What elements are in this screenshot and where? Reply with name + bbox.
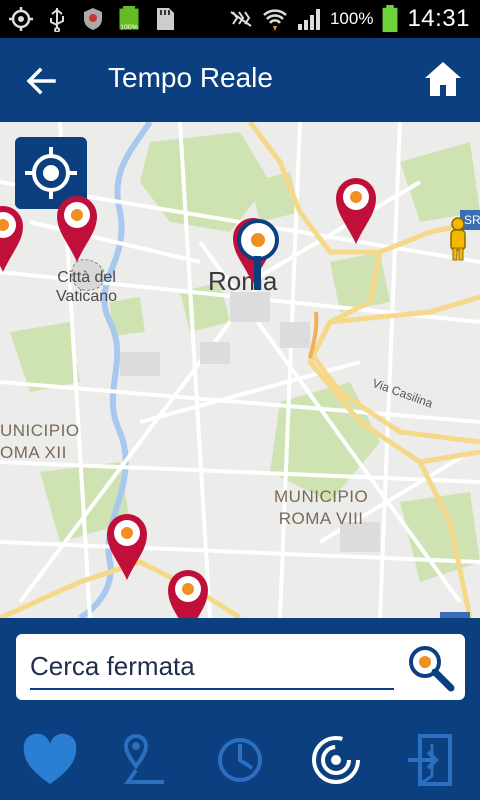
svg-text:100%: 100% [120, 24, 138, 31]
clock-icon[interactable] [210, 730, 270, 790]
app-bar: Tempo Reale [0, 38, 480, 122]
route-pin-icon[interactable] [114, 730, 174, 790]
stop-marker[interactable] [0, 202, 26, 274]
gps-icon [9, 7, 33, 31]
signal-icon [297, 9, 320, 30]
stop-marker[interactable] [165, 566, 211, 618]
battery-icon: 100% [119, 6, 139, 31]
stop-marker[interactable] [54, 192, 100, 264]
radar-icon[interactable] [306, 730, 366, 790]
map-label-vatican: Città del Vaticano [56, 269, 118, 305]
street-view-icon[interactable] [444, 216, 472, 262]
search-bar [16, 634, 465, 700]
search-input[interactable] [30, 646, 398, 686]
search-icon[interactable] [405, 642, 455, 692]
home-icon[interactable] [422, 58, 464, 100]
map-label-municipio-viii: MUNICIPIO ROMA VIII [274, 487, 369, 528]
sd-card-icon [157, 8, 174, 30]
clock-time: 14:31 [407, 5, 470, 32]
wifi-icon [263, 9, 287, 31]
stop-marker[interactable] [104, 510, 150, 582]
status-bar: 100% 100% 14:31 [0, 0, 480, 38]
status-bar-left: 100% [8, 4, 178, 34]
heart-icon[interactable] [20, 730, 80, 790]
stop-marker[interactable] [333, 174, 379, 246]
arrow-left-icon[interactable] [20, 60, 62, 102]
bottom-panel [0, 618, 480, 800]
map-label-municipio-xii: UNICIPIO OMA XII [0, 421, 80, 462]
page-title: Tempo Reale [108, 62, 273, 93]
status-bar-right: 100% 14:31 [228, 2, 470, 36]
usb-icon [50, 8, 64, 32]
search-underline [30, 688, 394, 690]
current-position-marker[interactable] [236, 218, 280, 292]
battery-full-icon [382, 5, 398, 33]
battery-percent: 100% [329, 9, 374, 28]
exit-door-icon[interactable] [402, 730, 462, 790]
map-view[interactable]: Città del Vaticano Roma UNICIPIO OMA XII… [0, 122, 480, 618]
mute-icon [230, 11, 252, 27]
bottom-tab-bar [0, 724, 480, 800]
shield-icon [84, 8, 102, 30]
